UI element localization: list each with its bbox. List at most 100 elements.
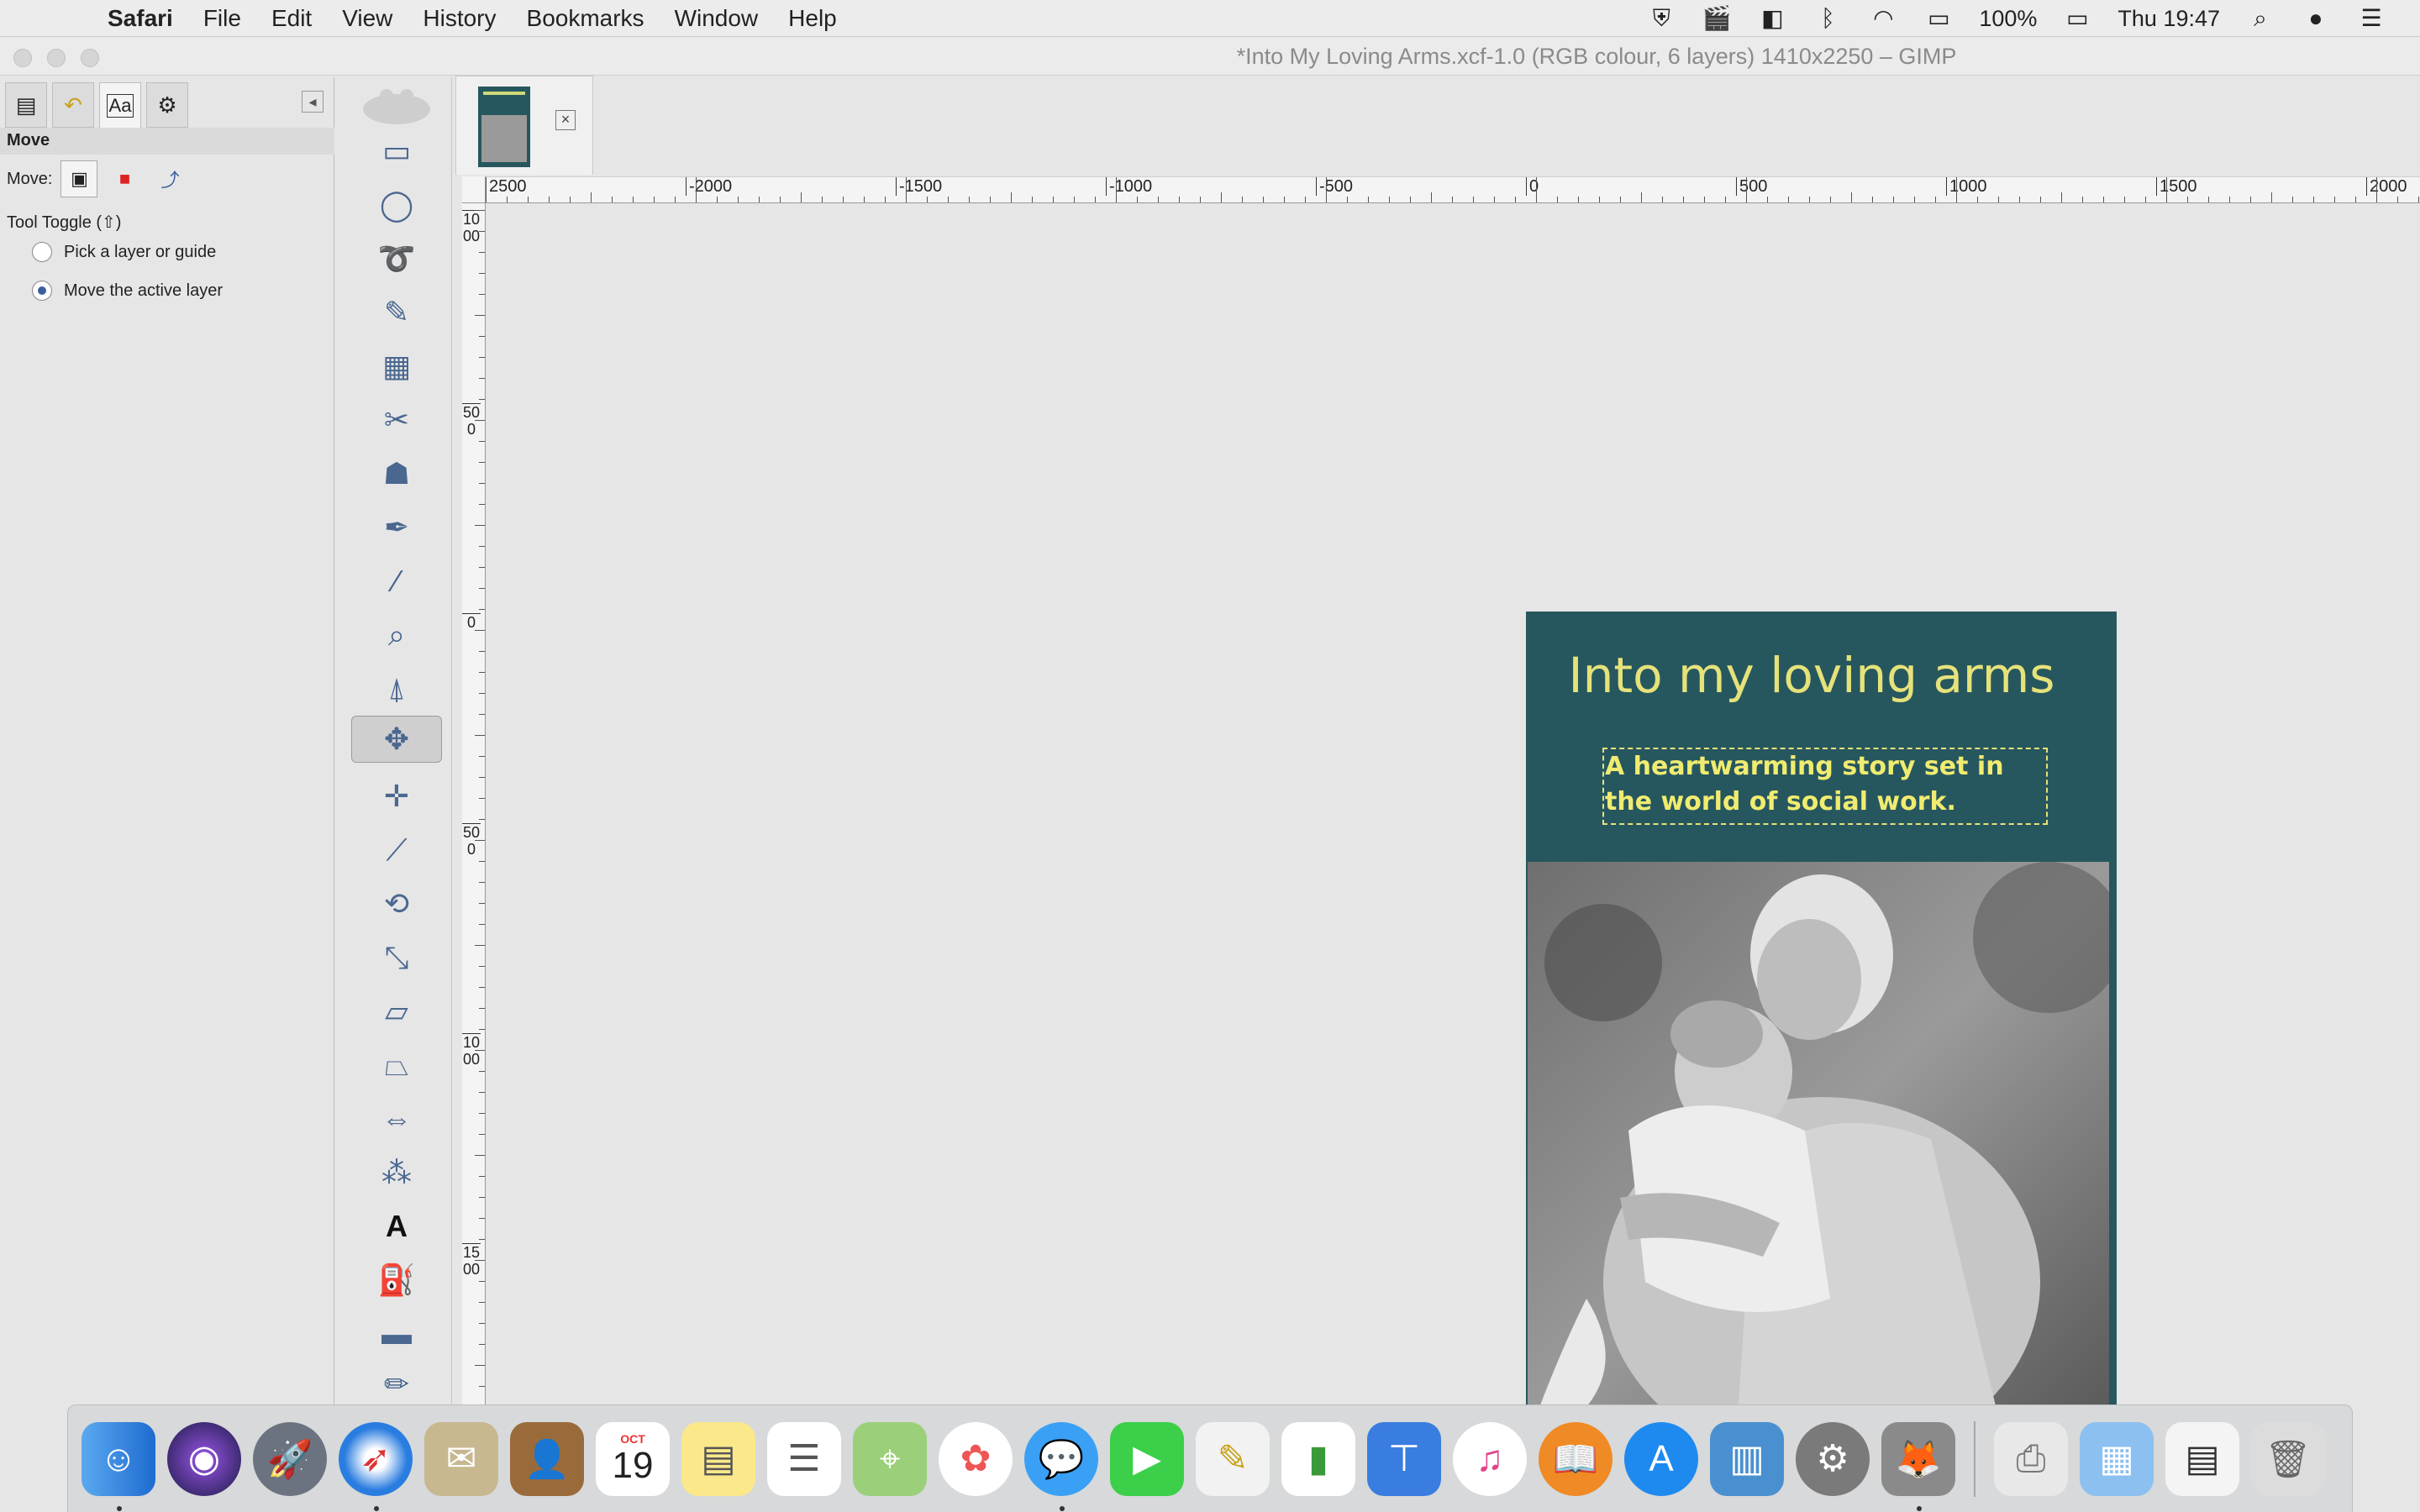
menu-help[interactable]: Help xyxy=(773,5,852,32)
documents-stack-icon[interactable]: ▤ xyxy=(2165,1421,2239,1496)
maps-icon[interactable]: ⌖ xyxy=(853,1421,927,1496)
safari-icon[interactable]: ➶ xyxy=(339,1421,413,1511)
siri-dock-icon[interactable]: ◉ xyxy=(167,1421,241,1496)
wifi-icon[interactable]: ◠ xyxy=(1868,5,1898,32)
pick-layer-radio[interactable] xyxy=(32,242,52,262)
crop-tool-icon[interactable]: ⟋ xyxy=(351,827,442,874)
messages-icon[interactable]: 💬 xyxy=(1024,1421,1098,1511)
mail-stamp-icon[interactable]: ✉ xyxy=(424,1421,498,1496)
zoom-window-button[interactable] xyxy=(81,49,99,67)
itunes-icon[interactable]: ♫ xyxy=(1453,1421,1527,1496)
parallels-icon[interactable]: ▥ xyxy=(1710,1421,1784,1496)
color-select-tool-icon[interactable]: ▦ xyxy=(351,343,442,390)
trash-icon[interactable]: 🗑 xyxy=(2251,1421,2325,1496)
reminders-icon[interactable]: ☰ xyxy=(767,1421,841,1496)
clapper-icon[interactable]: 🎬 xyxy=(1702,5,1732,32)
shear-tool-icon[interactable]: ▱ xyxy=(351,988,442,1035)
zoom-tool-icon[interactable]: ⌕ xyxy=(351,612,442,659)
fonts-tab[interactable]: Aa xyxy=(99,82,141,128)
align-tool-icon[interactable]: ✛ xyxy=(351,773,442,820)
close-tab-icon[interactable]: × xyxy=(555,110,576,130)
image-canvas[interactable]: Into my loving arms A heartwarming story… xyxy=(487,204,2420,1404)
finder-icon[interactable]: ☺ xyxy=(82,1421,155,1511)
color-picker-tool-icon[interactable]: ⁄ xyxy=(351,558,442,605)
window-title: *Into My Loving Arms.xcf-1.0 (RGB colour… xyxy=(1236,44,1957,69)
free-select-tool-icon[interactable]: ➰ xyxy=(351,235,442,282)
cage-transform-tool-icon[interactable]: ⁂ xyxy=(351,1149,442,1196)
scissors-select-tool-icon[interactable]: ✂ xyxy=(351,396,442,444)
panel-menu-button[interactable]: ◂ xyxy=(302,91,324,113)
measure-tool-icon[interactable]: ⍋ xyxy=(351,665,442,712)
undo-history-tab[interactable]: ↶ xyxy=(52,82,94,128)
text-tool-icon[interactable]: A xyxy=(351,1203,442,1250)
paths-tool-icon[interactable]: ✒ xyxy=(351,504,442,551)
notes-icon[interactable]: ▤ xyxy=(681,1421,755,1496)
battery-icon[interactable]: ▭ xyxy=(2062,5,2092,32)
layers-tab[interactable]: ▤ xyxy=(5,82,47,128)
menu-history[interactable]: History xyxy=(408,5,511,32)
gimp-icon[interactable]: 🦊 xyxy=(1881,1421,1955,1511)
move-tool-icon[interactable]: ✥ xyxy=(351,716,442,763)
tool-options-tab[interactable]: ⚙ xyxy=(146,82,188,128)
fuzzy-select-tool-icon[interactable]: ✎ xyxy=(351,289,442,336)
hruler-tick xyxy=(1011,192,1012,202)
menu-window[interactable]: Window xyxy=(660,5,774,32)
scale-tool-icon[interactable]: ⤡ xyxy=(351,934,442,981)
hruler-tick xyxy=(2208,197,2209,202)
menu-view[interactable]: View xyxy=(327,5,408,32)
applications-folder-icon[interactable]: ▦ xyxy=(2080,1421,2154,1496)
vertical-ruler[interactable]: 1000 500 0 500 1000 1500 xyxy=(462,203,486,1404)
perspective-tool-icon[interactable]: ⏢ xyxy=(351,1042,442,1089)
image-tab[interactable]: × xyxy=(455,76,593,175)
vruler-tick xyxy=(475,630,485,631)
pages-icon[interactable]: ✎ xyxy=(1196,1421,1270,1496)
bluetooth-icon[interactable]: ᛒ xyxy=(1812,5,1843,32)
flip-tool-icon[interactable]: ⇔ xyxy=(351,1095,442,1142)
pencil-tool-icon[interactable]: ✏ xyxy=(351,1361,442,1408)
close-window-button[interactable] xyxy=(13,49,32,67)
system-preferences-icon[interactable]: ⚙ xyxy=(1796,1421,1870,1496)
airplay-icon[interactable]: ▭ xyxy=(1923,5,1954,32)
menu-app[interactable]: Safari xyxy=(92,5,188,32)
shield-icon[interactable]: ⛨ xyxy=(1646,5,1676,32)
foreground-select-tool-icon[interactable]: ☗ xyxy=(351,450,442,497)
hruler-tick xyxy=(2187,197,2188,202)
ruler-corner-button[interactable] xyxy=(462,176,486,203)
keynote-icon[interactable]: ⊤ xyxy=(1367,1421,1441,1496)
bucket-fill-tool-icon[interactable]: ⛽ xyxy=(351,1257,442,1304)
menu-clock[interactable]: Thu 19:47 xyxy=(2118,6,2220,32)
hruler-tick xyxy=(1515,197,1516,202)
menu-file[interactable]: File xyxy=(188,5,256,32)
calendar-icon[interactable]: OCT 19 xyxy=(596,1421,670,1496)
pick-layer-option[interactable]: Pick a layer or guide xyxy=(32,242,216,262)
grandmother-baby-photo xyxy=(1528,862,2109,1404)
notification-center-icon[interactable]: ☰ xyxy=(2356,5,2386,32)
move-active-layer-radio[interactable] xyxy=(32,281,52,301)
ibooks-icon[interactable]: 📖 xyxy=(1539,1421,1612,1496)
gradient-tool-icon[interactable]: ▬ xyxy=(351,1310,442,1357)
numbers-icon[interactable]: ▮ xyxy=(1281,1421,1355,1496)
move-path-mode-button[interactable]: ⤴ xyxy=(151,160,188,197)
move-active-layer-option[interactable]: Move the active layer xyxy=(32,281,223,301)
menu-bookmarks[interactable]: Bookmarks xyxy=(512,5,660,32)
siri-icon[interactable]: ● xyxy=(2301,5,2331,32)
hruler-tick xyxy=(2334,197,2335,202)
horizontal-ruler[interactable]: 2500 -2000 -1500 -1000 -500 0 500 1000 1… xyxy=(462,176,2420,203)
move-layer-mode-button[interactable]: ▣ xyxy=(60,160,98,197)
downloads-stack-icon[interactable]: ⎙ xyxy=(1994,1421,2068,1496)
contacts-icon[interactable]: 👤 xyxy=(510,1421,584,1496)
poster-image[interactable]: Into my loving arms A heartwarming story… xyxy=(1526,612,2117,1404)
app-status-icon[interactable]: ◧ xyxy=(1757,5,1787,32)
facetime-icon[interactable]: ▶ xyxy=(1110,1421,1184,1496)
spotlight-search-icon[interactable]: ⌕ xyxy=(2245,5,2275,32)
rect-select-tool-icon[interactable]: ▭ xyxy=(351,128,442,175)
photos-icon[interactable]: ✿ xyxy=(939,1421,1013,1496)
rotate-tool-icon[interactable]: ⟲ xyxy=(351,880,442,927)
tool-options-title: Move xyxy=(0,128,334,155)
menu-edit[interactable]: Edit xyxy=(256,5,327,32)
ellipse-select-tool-icon[interactable]: ◯ xyxy=(351,181,442,228)
minimize-window-button[interactable] xyxy=(47,49,66,67)
move-selection-mode-button[interactable]: ■ xyxy=(106,160,143,197)
app-store-icon[interactable]: A xyxy=(1624,1421,1698,1496)
launchpad-icon[interactable]: 🚀 xyxy=(253,1421,327,1496)
